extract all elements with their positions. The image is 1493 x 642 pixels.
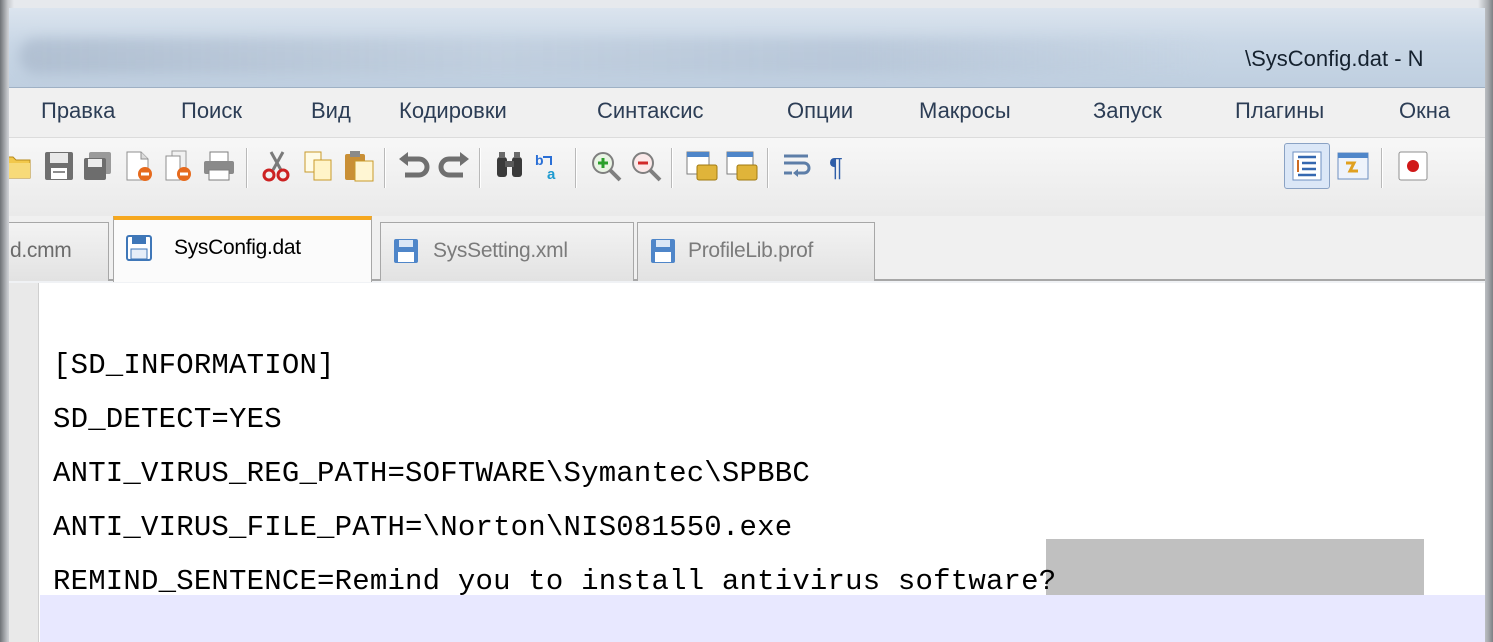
notepad-plus-plus-window: \SysConfig.dat - N Правка Поиск Вид Коди… xyxy=(9,8,1485,642)
sync-horizontal-icon[interactable] xyxy=(725,149,759,183)
blurred-title-region xyxy=(19,38,1209,74)
tab-d-cmm[interactable]: d.cmm xyxy=(9,222,109,281)
indent-guide-icon[interactable] xyxy=(1290,149,1324,183)
code-line[interactable]: [SD_INFORMATION] xyxy=(53,349,335,382)
saved-disk-icon xyxy=(126,235,152,261)
tab-label: SysConfig.dat xyxy=(174,236,301,259)
toolbar-separator xyxy=(671,148,673,188)
doc-map-icon[interactable] xyxy=(1336,149,1370,183)
toolbar-separator xyxy=(575,148,577,188)
toolbar-separator xyxy=(1381,148,1383,188)
close-icon[interactable] xyxy=(121,149,155,183)
tab-label: d.cmm xyxy=(10,239,72,262)
window-title: \SysConfig.dat - N xyxy=(1245,46,1424,71)
text-selection xyxy=(1046,539,1424,595)
show-all-chars-icon[interactable]: ¶ xyxy=(821,149,855,183)
menu-options[interactable]: Опции xyxy=(787,98,853,124)
tab-bar: d.cmm SysConfig.dat SysSetting.xml Profi… xyxy=(9,216,1485,282)
menu-edit[interactable]: Правка xyxy=(41,98,115,124)
code-line[interactable]: ANTI_VIRUS_REG_PATH=SOFTWARE\Symantec\SP… xyxy=(53,457,810,490)
code-line[interactable]: SD_DETECT=YES xyxy=(53,403,282,436)
menu-view[interactable]: Вид xyxy=(311,98,351,124)
code-line[interactable]: ANTI_VIRUS_FILE_PATH=\Norton\NIS081550.e… xyxy=(53,511,792,544)
svg-text:a: a xyxy=(547,166,556,183)
menu-windows[interactable]: Окна xyxy=(1399,98,1450,124)
toolbar-separator xyxy=(479,148,481,188)
menu-syntax[interactable]: Синтаксис xyxy=(597,98,704,124)
word-wrap-icon[interactable] xyxy=(781,149,815,183)
tab-label: SysSetting.xml xyxy=(433,239,568,262)
zoom-out-icon[interactable] xyxy=(629,149,663,183)
cut-icon[interactable] xyxy=(259,149,293,183)
text-editor[interactable]: [SD_INFORMATION] SD_DETECT=YES ANTI_VIRU… xyxy=(9,283,1485,642)
menu-bar: Правка Поиск Вид Кодировки Синтаксис Опц… xyxy=(9,88,1485,138)
close-all-icon[interactable] xyxy=(162,149,196,183)
find-icon[interactable] xyxy=(493,149,527,183)
open-icon[interactable] xyxy=(9,149,35,183)
tab-profilelib-prof[interactable]: ProfileLib.prof xyxy=(637,222,875,281)
tab-syssetting-xml[interactable]: SysSetting.xml xyxy=(380,222,634,281)
code-line[interactable]: REMIND_SENTENCE=Remind you to install an… xyxy=(53,565,1056,598)
menu-search[interactable]: Поиск xyxy=(181,98,242,124)
saved-disk-icon xyxy=(651,239,675,263)
undo-icon[interactable] xyxy=(397,149,431,183)
svg-text:¶: ¶ xyxy=(829,152,843,182)
save-icon[interactable] xyxy=(42,149,76,183)
menu-plugins[interactable]: Плагины xyxy=(1235,98,1324,124)
save-all-icon[interactable] xyxy=(81,149,115,183)
replace-icon[interactable]: ba xyxy=(533,149,567,183)
tab-label: ProfileLib.prof xyxy=(688,239,814,262)
menu-run[interactable]: Запуск xyxy=(1093,98,1162,124)
toolbar: ba ¶ xyxy=(9,138,1485,216)
svg-text:b: b xyxy=(535,152,544,168)
paste-icon[interactable] xyxy=(342,149,376,183)
editor-gutter xyxy=(9,283,39,642)
print-icon[interactable] xyxy=(202,149,236,183)
copy-icon[interactable] xyxy=(301,149,335,183)
toolbar-separator xyxy=(246,148,248,188)
sync-vertical-icon[interactable] xyxy=(685,149,719,183)
menu-encoding[interactable]: Кодировки xyxy=(399,98,507,124)
current-line-highlight xyxy=(40,595,1485,642)
toolbar-separator xyxy=(767,148,769,188)
title-bar[interactable]: \SysConfig.dat - N xyxy=(9,8,1485,88)
menu-macros[interactable]: Макросы xyxy=(919,98,1011,124)
redo-icon[interactable] xyxy=(437,149,471,183)
toolbar-separator xyxy=(384,148,386,188)
record-macro-icon[interactable] xyxy=(1396,149,1430,183)
saved-disk-icon xyxy=(394,239,418,263)
zoom-in-icon[interactable] xyxy=(589,149,623,183)
tab-sysconfig-dat[interactable]: SysConfig.dat xyxy=(113,216,372,282)
